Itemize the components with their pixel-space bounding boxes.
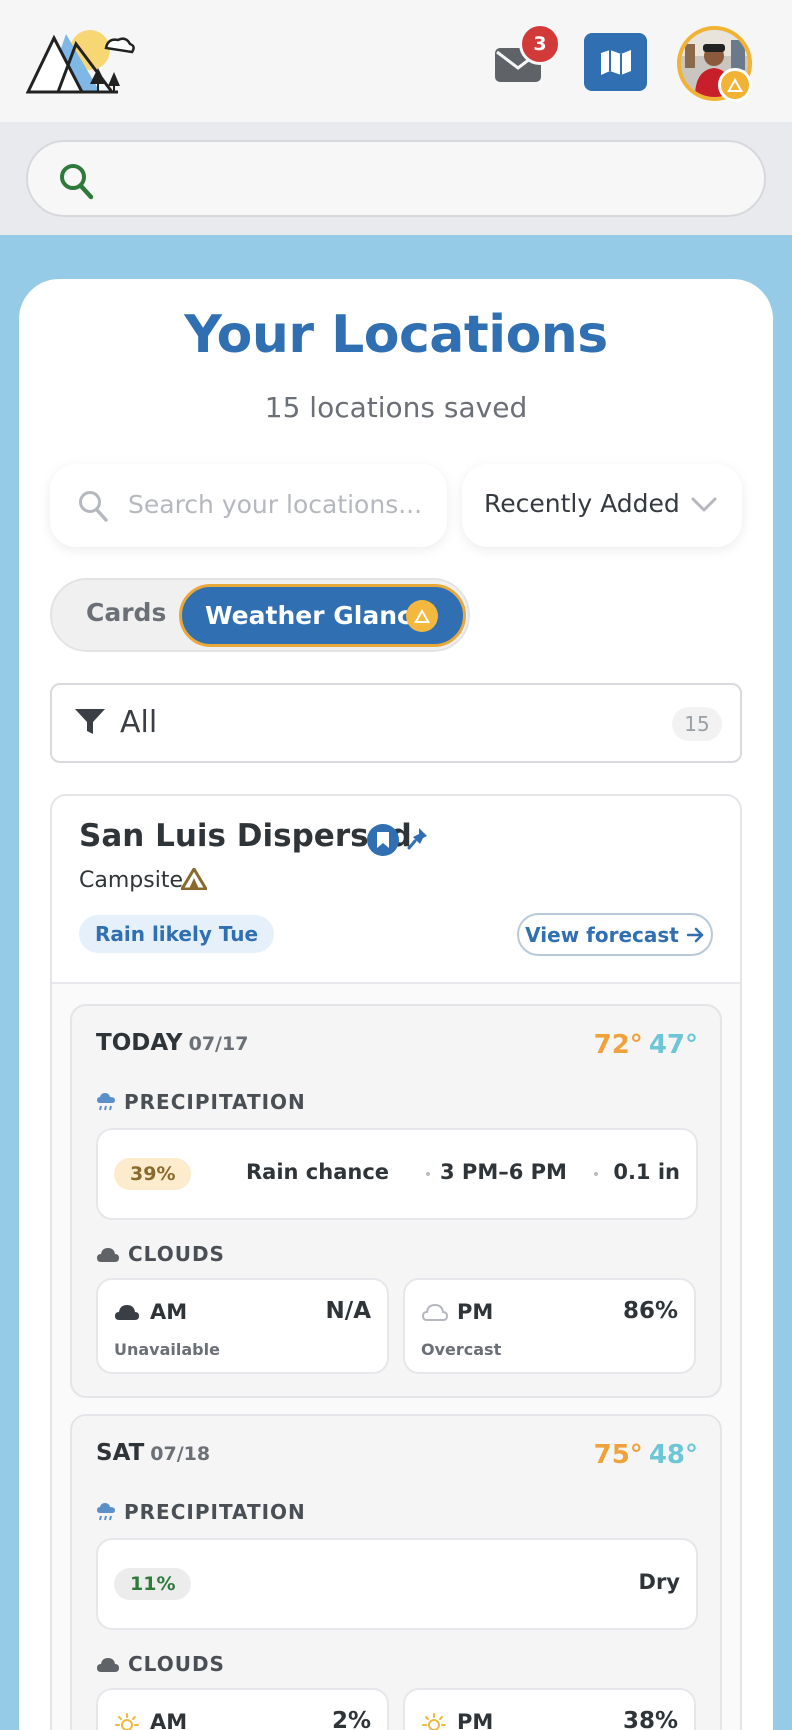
clouds-heading: CLOUDS (96, 1242, 225, 1266)
rain-alert-badge: Rain likely Tue (79, 915, 275, 953)
separator-dot (426, 1172, 430, 1176)
filter-label: All (120, 705, 158, 740)
precipitation-box: 11% Dry (96, 1538, 698, 1630)
clouds-pm: PM 86% Overcast (403, 1278, 696, 1374)
toggle-cards[interactable]: Cards (86, 598, 166, 627)
day-label: SAT 07/18 (96, 1440, 211, 1466)
page-title: Your Locations (184, 305, 608, 365)
precip-text: Rain chance (246, 1160, 390, 1184)
cloud-period: AM (150, 1300, 188, 1324)
precip-percent: 39% (114, 1158, 192, 1190)
precip-window: 3 PM–6 PM (440, 1160, 567, 1184)
day-forecast: SAT 07/18 75° 48° PRECIPITATION 11% Dry CL… (70, 1414, 722, 1730)
map-button[interactable] (584, 33, 647, 91)
temperature-range: 72° 47° (594, 1030, 698, 1060)
clouds-am: AM 2% (96, 1688, 389, 1730)
rain-cloud-icon (97, 1093, 115, 1111)
precipitation-heading: PRECIPITATION (96, 1090, 306, 1114)
cloud-value: 86% (622, 1298, 678, 1324)
precip-percent: 11% (114, 1568, 192, 1600)
cloud-icon (97, 1658, 119, 1672)
bookmark-icon[interactable] (367, 824, 399, 856)
temp-high: 72° (593, 1030, 643, 1060)
locations-count: 15 locations saved (264, 391, 528, 424)
precip-amount: 0.1 in (613, 1160, 680, 1184)
cloud-description: Unavailable (114, 1340, 220, 1359)
warning-icon (406, 600, 438, 632)
app-logo[interactable] (25, 28, 136, 98)
cloud-period: PM (457, 1300, 494, 1324)
map-icon (600, 50, 631, 75)
cloud-icon (97, 1248, 119, 1262)
precipitation-heading: PRECIPITATION (96, 1500, 306, 1524)
cloud-icon (114, 1302, 140, 1326)
filter-count: 15 (672, 707, 722, 741)
view-forecast-label: View forecast (525, 922, 679, 947)
search-placeholder: Search your locations... (128, 490, 423, 519)
cloud-period: AM (150, 1710, 188, 1730)
clouds-am: AM N/A Unavailable (96, 1278, 389, 1374)
view-forecast-button[interactable]: View forecast (517, 913, 713, 956)
day-date: 07/18 (150, 1443, 211, 1465)
location-search-input[interactable]: Search your locations... (50, 464, 447, 547)
cloud-description: Overcast (421, 1340, 502, 1359)
filter-icon (74, 707, 106, 741)
warning-icon (718, 68, 752, 102)
day-label: TODAY 07/17 (96, 1030, 249, 1056)
chevron-down-icon (690, 496, 718, 518)
temp-low: 48° (648, 1440, 698, 1470)
sort-label: Recently Added (484, 489, 680, 518)
location-name[interactable]: San Luis Dispersed (79, 818, 412, 854)
tent-icon (180, 867, 208, 894)
temp-high: 75° (593, 1440, 643, 1470)
precip-text: Dry (638, 1570, 680, 1594)
temp-low: 47° (648, 1030, 698, 1060)
rain-cloud-icon (97, 1503, 115, 1521)
filter-dropdown[interactable]: All 15 (50, 683, 742, 763)
cloud-value: N/A (325, 1298, 371, 1324)
clouds-heading: CLOUDS (96, 1652, 225, 1676)
sort-select[interactable]: Recently Added (462, 464, 742, 547)
precipitation-box: 39% Rain chance 3 PM–6 PM 0.1 in (96, 1128, 698, 1220)
cloud-outline-icon (421, 1302, 449, 1326)
notification-badge: 3 (519, 23, 561, 65)
cloud-value: 38% (622, 1708, 678, 1730)
pin-icon[interactable] (407, 826, 431, 856)
toggle-weather-glance[interactable]: Weather Glance (179, 584, 466, 647)
global-search-input[interactable] (26, 140, 766, 217)
sun-icon (421, 1712, 447, 1730)
separator-dot (594, 1172, 598, 1176)
arrow-right-icon (686, 927, 704, 942)
sun-icon (114, 1712, 140, 1730)
day-forecast: TODAY 07/17 72° 47° PRECIPITATION 39% Rain… (70, 1004, 722, 1398)
toggle-weather-glance-label: Weather Glance (205, 601, 429, 630)
day-date: 07/17 (188, 1033, 249, 1055)
view-toggle: Cards Weather Glance (50, 578, 470, 652)
search-icon (58, 162, 94, 204)
clouds-pm: PM 38% (403, 1688, 696, 1730)
search-icon (78, 490, 108, 526)
temperature-range: 75° 48° (594, 1440, 698, 1470)
location-type: Campsite (79, 868, 183, 893)
cloud-value: 2% (331, 1708, 371, 1730)
cloud-period: PM (457, 1710, 494, 1730)
